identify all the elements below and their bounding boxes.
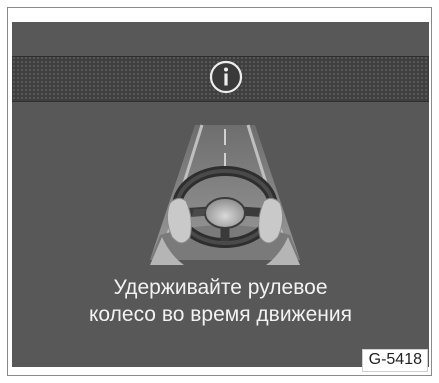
info-banner <box>12 56 429 102</box>
display-screen: Удерживайте рулевое колесо во время движ… <box>12 22 429 367</box>
message-line-2: колесо во время движения <box>89 303 352 326</box>
notice-message: Удерживайте рулевое колесо во время движ… <box>12 274 429 328</box>
info-icon <box>209 60 243 94</box>
message-line-1: Удерживайте рулевое <box>113 276 328 299</box>
image-code-label: G-5418 <box>361 349 428 372</box>
hands-on-steering-wheel-icon <box>150 124 300 265</box>
